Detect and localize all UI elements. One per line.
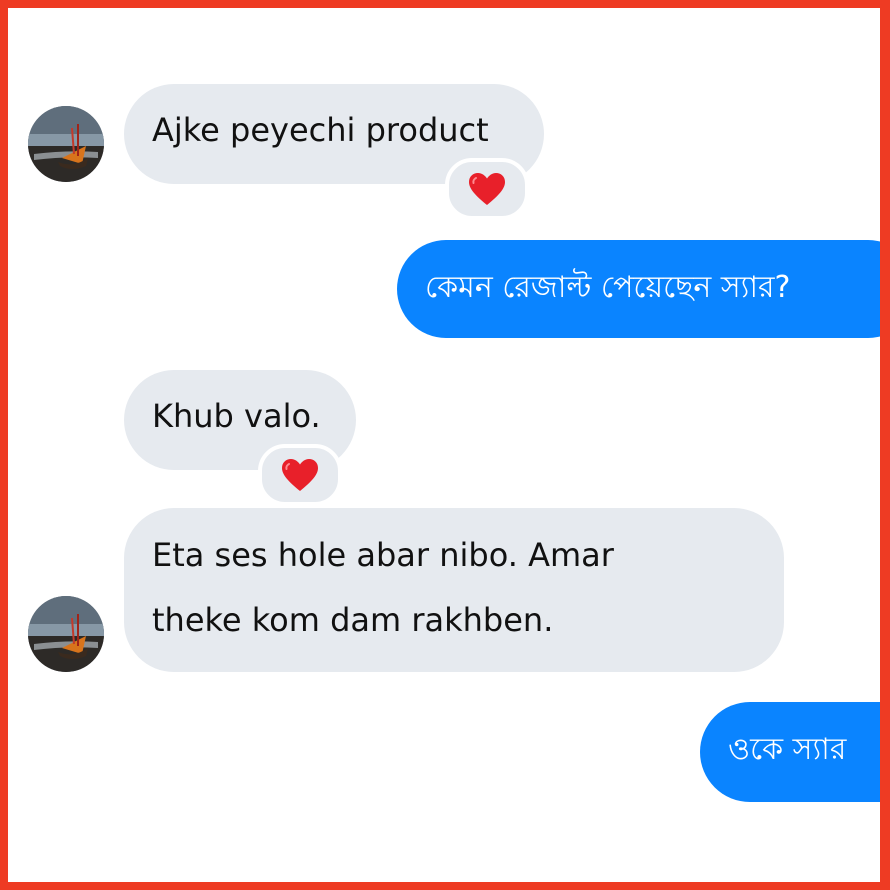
message-text: ওকে স্যার xyxy=(728,732,847,767)
heart-icon xyxy=(469,173,505,205)
contact-avatar[interactable] xyxy=(28,106,104,182)
chat-thread: Ajke peyechi product কেমন রেজাল্ট পেয়েছ… xyxy=(8,8,880,882)
outgoing-message-bubble[interactable]: ওকে স্যার xyxy=(700,702,880,802)
message-text: Khub valo. xyxy=(152,397,321,435)
message-reaction[interactable] xyxy=(258,444,342,506)
heart-icon xyxy=(282,459,318,491)
boat-photo-image xyxy=(28,106,104,182)
outgoing-message-bubble[interactable]: কেমন রেজাল্ট পেয়েছেন স্যার? xyxy=(397,240,880,338)
message-text: কেমন রেজাল্ট পেয়েছেন স্যার? xyxy=(425,270,791,305)
contact-avatar[interactable] xyxy=(28,596,104,672)
message-text-line: theke kom dam rakhben. xyxy=(152,601,554,639)
screenshot-frame: Ajke peyechi product কেমন রেজাল্ট পেয়েছ… xyxy=(0,0,890,890)
incoming-message-bubble[interactable]: Eta ses hole abar nibo. Amar theke kom d… xyxy=(124,508,784,672)
message-reaction[interactable] xyxy=(445,158,529,220)
message-text: Ajke peyechi product xyxy=(152,111,489,149)
message-text-line: Eta ses hole abar nibo. Amar xyxy=(152,536,614,574)
boat-photo-image xyxy=(28,596,104,672)
